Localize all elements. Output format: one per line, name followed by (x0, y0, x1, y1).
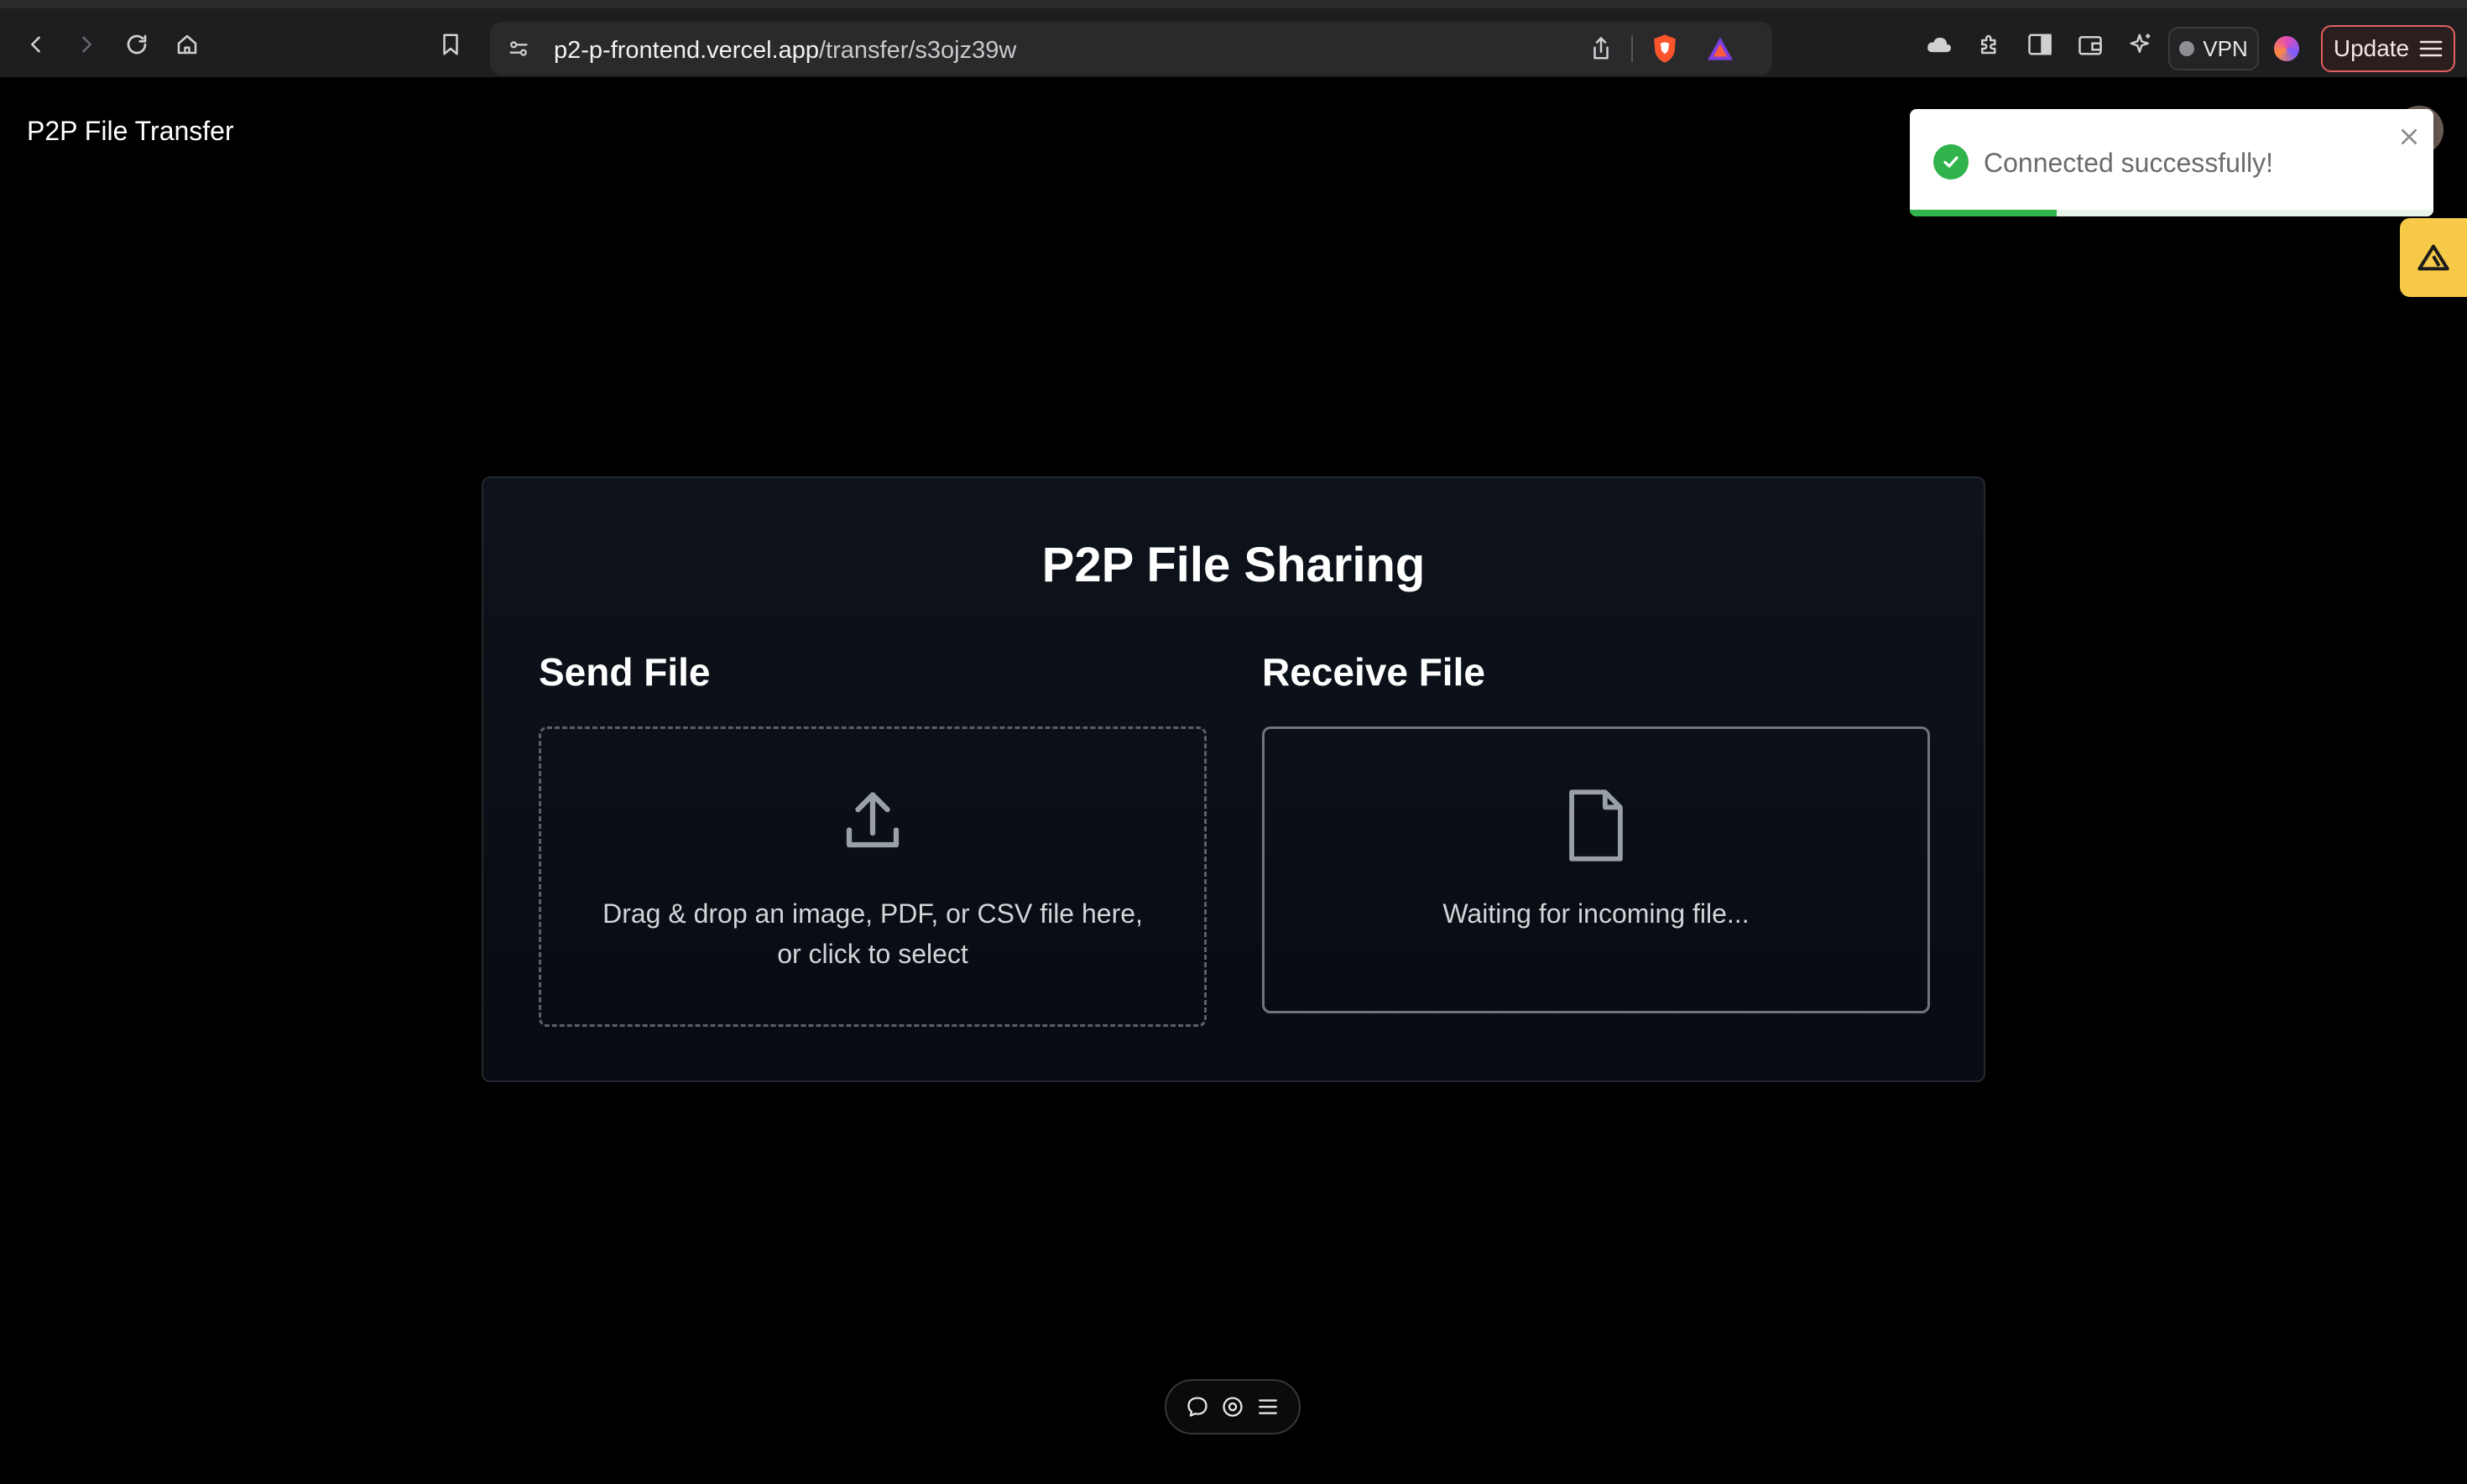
dropzone-line-2: or click to select (777, 939, 968, 969)
leo-ai-icon[interactable] (2121, 25, 2160, 64)
cloud-icon[interactable] (1920, 25, 1958, 64)
address-bar[interactable]: p2-p-frontend.vercel.app/transfer/s3ojz3… (490, 22, 1772, 76)
sidebar-icon[interactable] (2021, 25, 2059, 64)
url-divider (1631, 35, 1633, 62)
upload-icon (837, 786, 908, 861)
update-label: Update (2333, 35, 2410, 61)
share-icon[interactable] (1586, 34, 1616, 64)
brave-shield-icon[interactable] (1648, 32, 1682, 65)
browser-toolbar: p2-p-frontend.vercel.app/transfer/s3ojz3… (0, 0, 2467, 77)
page-title: P2P File Sharing (1041, 538, 1426, 592)
brave-rewards-icon[interactable] (1703, 32, 1737, 65)
reload-icon[interactable] (117, 25, 156, 64)
eye-icon[interactable] (1218, 1393, 1247, 1421)
success-toast[interactable]: Connected successfully! (1910, 109, 2433, 216)
vpn-button[interactable]: VPN (2168, 27, 2259, 70)
file-dropzone[interactable]: Drag & drop an image, PDF, or CSV file h… (539, 726, 1207, 1027)
close-icon[interactable] (2397, 124, 2422, 149)
triangle-logo-icon (2417, 244, 2449, 271)
toast-message: Connected successfully! (1984, 148, 2274, 178)
menu-lines-icon[interactable] (1254, 1393, 1282, 1421)
dev-toolbar (1165, 1379, 1301, 1435)
vpn-status-dot (2179, 41, 2195, 56)
back-icon[interactable] (17, 25, 55, 64)
extensions-icon[interactable] (1970, 25, 2009, 64)
dropzone-text: Drag & drop an image, PDF, or CSV file h… (575, 893, 1171, 974)
vpn-label: VPN (2203, 35, 2248, 61)
profile-icon[interactable] (2274, 36, 2299, 61)
wallet-icon[interactable] (2071, 25, 2110, 64)
send-file-heading: Send File (539, 650, 711, 694)
check-circle-icon (1933, 144, 1969, 180)
toast-progress-bar (1910, 210, 2057, 216)
site-title[interactable]: P2P File Transfer (27, 116, 234, 147)
dropzone-line-1: Drag & drop an image, PDF, or CSV file h… (602, 898, 1143, 929)
site-settings-icon[interactable] (503, 34, 534, 64)
side-widget-tab[interactable] (2400, 218, 2467, 297)
receive-status-text: Waiting for incoming file... (1442, 898, 1750, 929)
receive-file-heading: Receive File (1262, 650, 1485, 694)
comment-icon[interactable] (1183, 1393, 1212, 1421)
update-button[interactable]: Update (2321, 25, 2455, 72)
home-icon[interactable] (168, 25, 206, 64)
bookmark-icon[interactable] (431, 25, 470, 64)
file-sharing-card: P2P File Sharing Send File Receive File … (482, 476, 1985, 1082)
receive-panel: Waiting for incoming file... (1262, 726, 1930, 1013)
forward-icon[interactable] (67, 25, 106, 64)
menu-icon (2419, 40, 2443, 57)
url-text[interactable]: p2-p-frontend.vercel.app/transfer/s3ojz3… (554, 37, 1016, 65)
file-icon (1561, 786, 1631, 869)
